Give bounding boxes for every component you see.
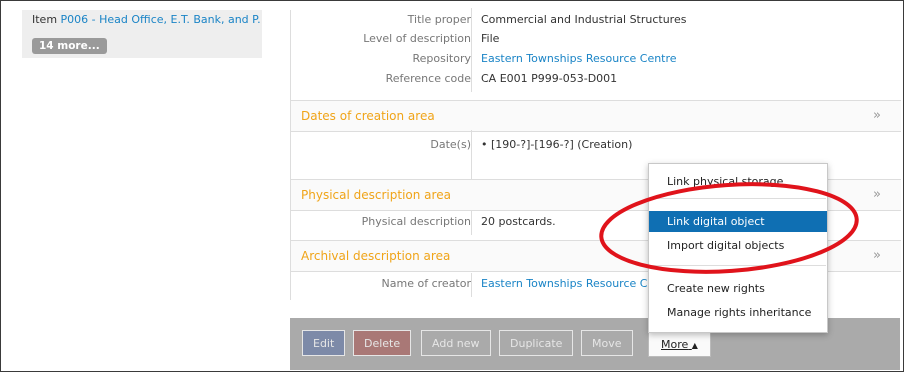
menu-item-link-physical-storage[interactable]: Link physical storage — [649, 171, 827, 192]
delete-button[interactable]: Delete — [353, 330, 412, 356]
field-label: Reference code — [385, 72, 471, 85]
field-row-level: Level of description File — [291, 28, 901, 52]
field-value: 20 postcards. — [481, 215, 556, 228]
sidebar-item-prefix: Item — [32, 13, 61, 26]
physical-area-title: Physical description area — [301, 188, 451, 202]
field-value: Commercial and Industrial Structures — [481, 13, 687, 26]
field-label: Name of creator — [381, 277, 471, 290]
field-label: Date(s) — [430, 138, 471, 151]
caret-up-icon: ▲ — [691, 341, 698, 350]
sidebar-item-link[interactable]: P006 - Head Office, E.T. Bank, and P... — [61, 13, 260, 26]
dates-area-header[interactable]: Dates of creation area » — [291, 100, 901, 132]
date-text: [190-?]-[196-?] (Creation) — [491, 138, 633, 151]
menu-item-import-digital-objects[interactable]: Import digital objects — [649, 235, 827, 256]
field-label: Level of description — [363, 32, 471, 45]
field-separator — [471, 211, 472, 235]
chevron-right-icon: » — [873, 108, 881, 123]
duplicate-button[interactable]: Duplicate — [499, 330, 574, 356]
chevron-right-icon: » — [873, 248, 881, 263]
move-button[interactable]: Move — [581, 330, 633, 356]
more-dropdown-menu: Link physical storage Link digital objec… — [648, 163, 828, 333]
more-results-badge[interactable]: 14 more... — [32, 38, 107, 54]
chevron-right-icon: » — [873, 187, 881, 202]
more-button[interactable]: More ▲ — [648, 331, 711, 357]
repository-link[interactable]: Eastern Townships Resource Centre — [481, 52, 677, 65]
more-label: More — [661, 338, 689, 351]
dates-value: • [190-?]-[196-?] (Creation) — [481, 138, 632, 151]
menu-item-link-digital-object[interactable]: Link digital object — [649, 211, 827, 232]
field-value: CA E001 P999-053-D001 — [481, 72, 618, 85]
menu-item-manage-rights-inheritance[interactable]: Manage rights inheritance — [649, 302, 827, 323]
archival-area-title: Archival description area — [301, 249, 451, 263]
field-value: File — [481, 32, 500, 45]
field-separator — [471, 273, 472, 297]
field-label: Physical description — [361, 215, 471, 228]
edit-button[interactable]: Edit — [302, 330, 346, 356]
menu-divider — [650, 198, 826, 199]
creator-link[interactable]: Eastern Townships Resource Ce — [481, 277, 654, 290]
field-label: Title proper — [407, 13, 471, 26]
add-new-button[interactable]: Add new — [421, 330, 491, 356]
menu-item-create-new-rights[interactable]: Create new rights — [649, 278, 827, 299]
bullet-icon: • — [481, 138, 488, 151]
field-row-repository: Repository Eastern Townships Resource Ce… — [291, 48, 901, 72]
dates-area-title: Dates of creation area — [301, 109, 435, 123]
field-row-reference: Reference code CA E001 P999-053-D001 — [291, 68, 901, 92]
menu-divider — [650, 265, 826, 266]
field-separator — [471, 130, 472, 180]
field-label: Repository — [412, 52, 472, 65]
sidebar-item: Item P006 - Head Office, E.T. Bank, and … — [32, 13, 260, 26]
field-row-title: Title proper Commercial and Industrial S… — [291, 8, 901, 32]
field-separator — [471, 68, 472, 92]
sidebar-results-box: Item P006 - Head Office, E.T. Bank, and … — [22, 10, 262, 58]
